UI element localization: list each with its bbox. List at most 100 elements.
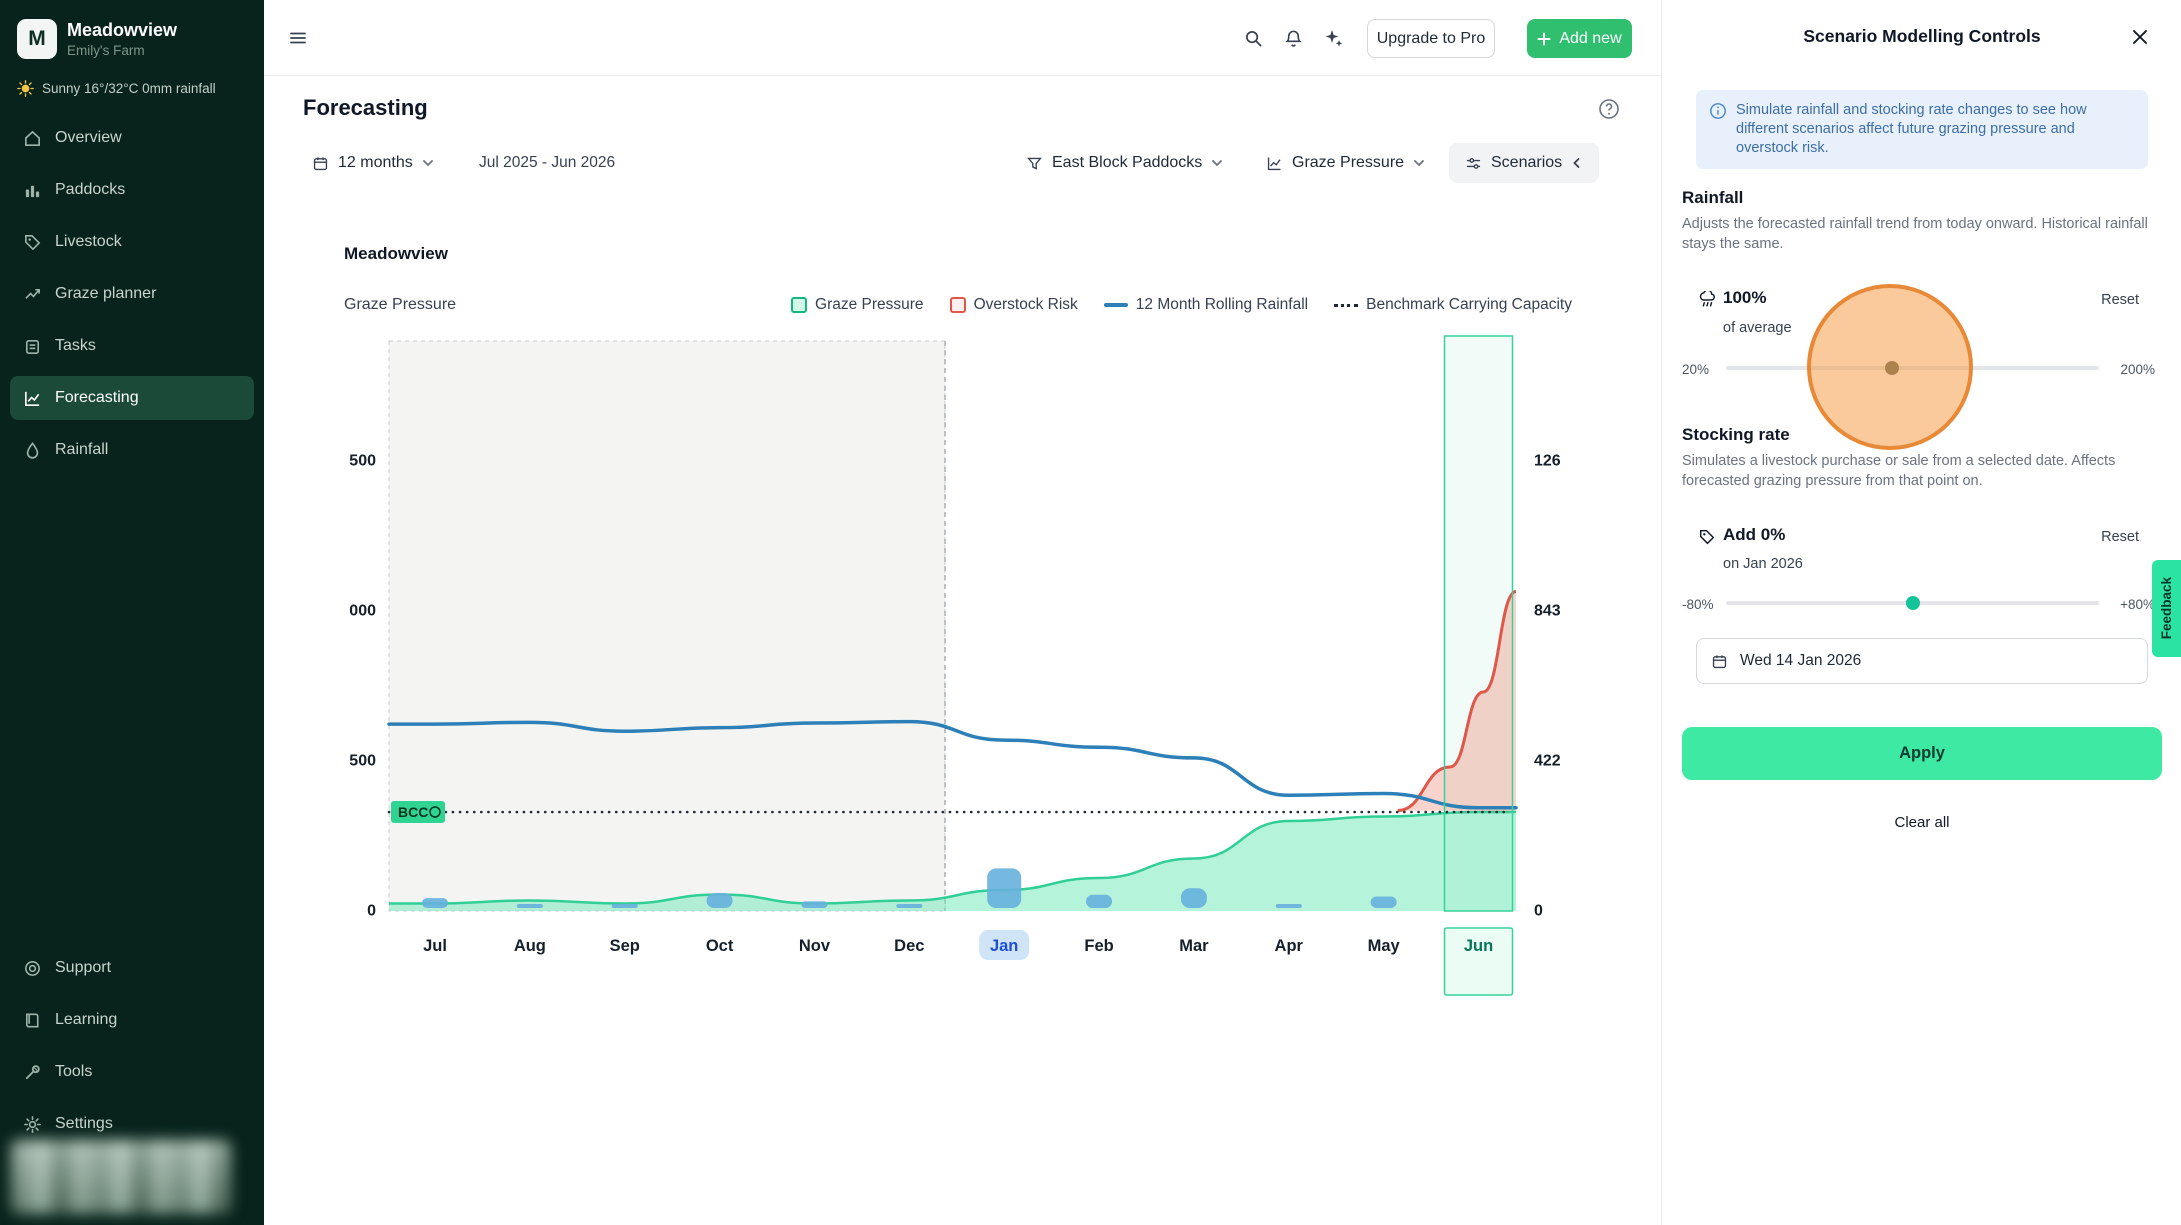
sidebar-item-livestock[interactable]: Livestock [10,220,254,264]
panel-title: Scenario Modelling Controls [1662,26,2181,47]
tag-icon [1698,528,1716,546]
help-icon[interactable] [1592,92,1626,126]
rainfall-slider[interactable] [1726,361,2099,375]
stocking-heading: Stocking rate [1682,425,1790,445]
scenarios-toggle[interactable]: Scenarios [1449,143,1599,183]
range-dropdown[interactable]: 12 months [302,143,444,183]
home-icon [23,129,42,148]
legend-swatch-dotted [1334,304,1358,307]
stocking-date-line: on Jan 2026 [1723,556,1803,572]
svg-text:Aug: Aug [514,937,546,955]
legend-swatch-red [950,297,966,313]
weather-text: Sunny 16°/32°C 0mm rainfall [42,81,216,96]
clear-all-button[interactable]: Clear all [1662,814,2181,831]
svg-text:843: 843 [1534,602,1561,619]
rainfall-slider-min: 20% [1682,362,1709,377]
svg-text:Jun: Jun [1464,937,1493,955]
sidebar-item-rainfall[interactable]: Rainfall [10,428,254,472]
add-new-button[interactable]: Add new [1527,19,1632,58]
app-name: Meadowview [67,20,177,41]
sidebar-item-tools[interactable]: Tools [10,1050,254,1094]
legend-label: 12 Month Rolling Rainfall [1136,296,1308,314]
stocking-date-value: Wed 14 Jan 2026 [1740,652,1861,670]
sidebar-item-support[interactable]: Support [10,946,254,990]
droplet-icon [23,441,42,460]
metric-label: Graze Pressure [1292,154,1404,172]
plus-icon [1537,32,1551,46]
sun-icon [17,80,34,97]
upgrade-to-pro-button[interactable]: Upgrade to Pro [1367,19,1495,58]
paddocks-label: East Block Paddocks [1052,154,1202,172]
svg-text:126: 126 [1534,453,1561,470]
legend-label: Overstock Risk [974,296,1078,314]
sliders-icon [1465,155,1482,172]
svg-text:Feb: Feb [1084,937,1113,955]
legend-label: Benchmark Carrying Capacity [1366,296,1572,314]
slider-track [1726,366,2099,370]
rainfall-value-suffix: of average [1723,320,1792,336]
stocking-reset-button[interactable]: Reset [2101,529,2139,545]
legend-swatch-green [791,297,807,313]
legend-overstock-risk: Overstock Risk [950,296,1078,314]
rainfall-slider-handle[interactable] [1885,361,1899,375]
svg-text:Oct: Oct [706,937,734,955]
main-content: Upgrade to Pro Add new Forecasting 12 mo… [264,0,1661,1225]
stocking-slider-handle[interactable] [1906,596,1920,610]
range-label: 12 months [338,154,413,172]
svg-text:0: 0 [367,903,376,920]
rainfall-value: 100% [1723,288,1766,308]
calendar-icon [312,155,329,172]
sidebar-item-label: Support [55,959,111,977]
sidebar: M Meadowview Emily's Farm Sunny 16°/32°C… [0,0,264,1225]
sidebar-item-tasks[interactable]: Tasks [10,324,254,368]
user-profile-redacted[interactable] [11,1140,231,1214]
bell-icon[interactable] [1276,21,1310,55]
date-range-text: Jul 2025 - Jun 2026 [479,143,615,183]
sidebar-item-graze-planner[interactable]: Graze planner [10,272,254,316]
rainfall-heading: Rainfall [1682,188,1743,208]
svg-text:Jan: Jan [990,937,1018,955]
rainfall-description: Adjusts the forecasted rainfall trend fr… [1682,214,2150,254]
svg-text:Jul: Jul [423,937,447,955]
metric-dropdown[interactable]: Graze Pressure [1256,143,1435,183]
sidebar-item-forecasting[interactable]: Forecasting [10,376,254,420]
feedback-tab[interactable]: Feedback [2152,560,2181,657]
topbar: Upgrade to Pro Add new [264,0,1661,76]
chevron-down-icon [1211,157,1223,169]
wrench-icon [23,1063,42,1082]
svg-text:May: May [1368,937,1401,955]
svg-text:Sep: Sep [610,937,640,955]
stocking-description: Simulates a livestock purchase or sale f… [1682,451,2150,491]
sidebar-item-paddocks[interactable]: Paddocks [10,168,254,212]
rainfall-reset-button[interactable]: Reset [2101,292,2139,308]
svg-text:Apr: Apr [1275,937,1304,955]
sidebar-item-overview[interactable]: Overview [10,116,254,160]
weather-summary: Sunny 16°/32°C 0mm rainfall [17,80,216,97]
svg-text:000: 000 [349,603,376,620]
apply-button[interactable]: Apply [1682,727,2162,780]
paddocks-dropdown[interactable]: East Block Paddocks [1016,143,1233,183]
trend-icon [23,285,42,304]
sidebar-item-learning[interactable]: Learning [10,998,254,1042]
legend-label: Graze Pressure [815,296,924,314]
panel-info-note: Simulate rainfall and stocking rate chan… [1696,90,2148,169]
stocking-value: Add 0% [1723,525,1785,545]
search-icon[interactable] [1236,21,1270,55]
svg-text:500: 500 [349,753,376,770]
book-icon [23,1011,42,1030]
close-icon[interactable] [2125,22,2155,52]
sidebar-item-label: Overview [55,129,122,147]
chevron-down-icon [1413,157,1425,169]
add-new-label: Add new [1559,30,1621,48]
stocking-slider[interactable] [1726,596,2099,610]
chevron-left-icon [1571,157,1583,169]
app-logo[interactable]: M [17,19,57,59]
lifebuoy-icon [23,959,42,978]
sparkles-icon[interactable] [1317,21,1351,55]
legend-benchmark: Benchmark Carrying Capacity [1334,296,1572,314]
chart-line-icon [1266,155,1283,172]
stocking-date-field[interactable]: Wed 14 Jan 2026 [1696,638,2148,684]
sidebar-item-label: Learning [55,1011,117,1029]
chart-farm-title: Meadowview [344,244,448,264]
menu-icon[interactable] [281,21,315,55]
